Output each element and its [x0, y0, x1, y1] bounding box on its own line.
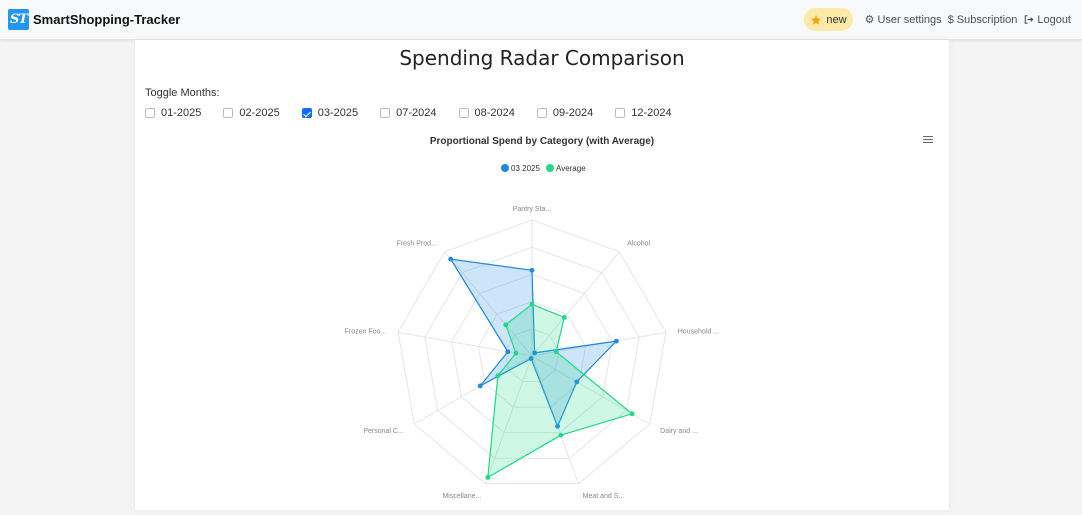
brand[interactable]: ST SmartShopping-Tracker — [8, 9, 180, 30]
gear-icon: ⚙ — [864, 14, 875, 26]
data-point — [503, 322, 509, 328]
logout-icon — [1025, 15, 1034, 24]
star-icon — [811, 14, 822, 25]
category-label: Pantry Sta... — [513, 206, 552, 213]
category-label: Miscellane... — [442, 493, 481, 500]
page-title: Spending Radar Comparison — [399, 46, 685, 70]
data-point — [485, 475, 491, 480]
month-label: 01-2025 — [161, 107, 202, 119]
month-toggle-03-2025[interactable]: 03-2025 — [301, 107, 359, 119]
user-settings-link[interactable]: ⚙ User settings — [864, 13, 942, 27]
data-point — [448, 256, 454, 262]
month-toggles: 01-2025 02-2025 03-2025 07-2024 08-2024 09-20… — [145, 107, 672, 119]
data-point — [613, 338, 619, 344]
month-label: 08-2024 — [474, 107, 515, 119]
month-toggle-07-2024[interactable]: 07-2024 — [380, 107, 437, 119]
month-toggle-02-2025[interactable]: 02-2025 — [223, 107, 280, 119]
data-point — [529, 267, 535, 273]
data-point — [505, 349, 511, 355]
category-label: Fresh Prod... — [396, 241, 437, 248]
app-logo: ST — [8, 9, 29, 30]
navbar: ST SmartShopping-Tracker new ⚙ User sett… — [0, 0, 1082, 40]
logout-link[interactable]: Logout — [1023, 14, 1071, 26]
category-label: Frozen Foo... — [345, 328, 387, 335]
data-point — [495, 373, 501, 379]
category-label: Meat and S... — [583, 493, 625, 500]
month-checkbox[interactable] — [380, 108, 391, 118]
chart-menu-icon[interactable] — [923, 136, 933, 145]
month-toggle-01-2025[interactable]: 01-2025 — [145, 107, 201, 119]
legend-marker — [501, 164, 509, 172]
chart-title: Proportional Spend by Category (with Ave… — [430, 136, 654, 147]
month-checkbox[interactable] — [301, 108, 312, 118]
month-checkbox[interactable] — [536, 108, 547, 118]
radar-chart: Proportional Spend by Category (with Ave… — [135, 130, 949, 515]
category-label: Alcohol — [627, 241, 650, 248]
category-label: Household ... — [678, 328, 719, 335]
category-label: Dairy and ... — [660, 428, 698, 435]
subscription-link[interactable]: $ Subscription — [948, 14, 1018, 26]
user-settings-label: User settings — [877, 13, 942, 26]
data-point — [561, 315, 567, 320]
nav-links: new ⚙ User settings $ Subscription Logou… — [804, 8, 1071, 31]
new-label: new — [826, 13, 847, 26]
month-toggle-09-2024[interactable]: 09-2024 — [536, 107, 594, 119]
category-label: Personal C... — [363, 428, 404, 435]
month-checkbox[interactable] — [615, 108, 626, 118]
month-label: 02-2025 — [239, 107, 280, 119]
data-point — [553, 349, 559, 355]
new-badge-button[interactable]: new — [804, 8, 853, 31]
app-name: SmartShopping-Tracker — [33, 12, 181, 27]
data-point — [477, 383, 483, 389]
month-label: 03-2025 — [317, 107, 359, 119]
month-toggle-12-2024[interactable]: 12-2024 — [615, 107, 672, 119]
month-label: 07-2024 — [396, 107, 437, 119]
data-point — [513, 350, 519, 356]
toggle-months-label: Toggle Months: — [145, 87, 220, 99]
logout-label: Logout — [1037, 13, 1071, 26]
main-card: Spending Radar Comparison Toggle Months:… — [135, 40, 949, 510]
legend-label: Average — [556, 164, 586, 173]
month-checkbox[interactable] — [145, 108, 155, 118]
month-checkbox[interactable] — [223, 108, 234, 118]
series-area-1 — [487, 303, 634, 479]
data-point — [629, 411, 635, 417]
dollar-icon: $ — [947, 13, 954, 26]
month-toggle-08-2024[interactable]: 08-2024 — [458, 107, 515, 119]
month-checkbox[interactable] — [458, 108, 469, 118]
month-label: 09-2024 — [552, 107, 594, 119]
month-label: 12-2024 — [631, 107, 672, 119]
data-point — [558, 432, 564, 438]
legend-label: 03 2025 — [511, 164, 540, 173]
radar-chart-svg: Proportional Spend by Category (with Ave… — [345, 136, 719, 500]
subscription-label: Subscription — [956, 13, 1018, 26]
data-point — [529, 301, 535, 307]
legend-marker — [546, 164, 554, 172]
